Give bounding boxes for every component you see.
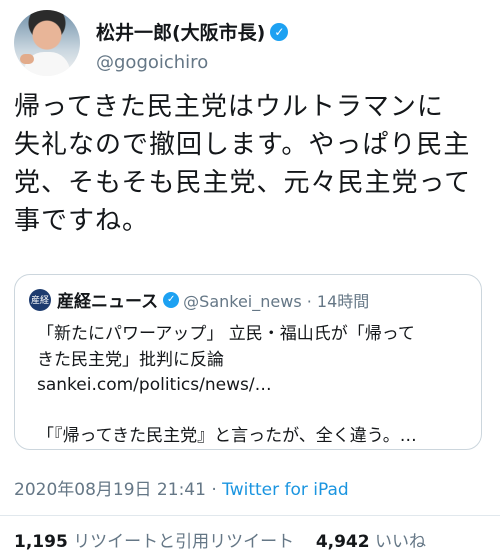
quoted-source-meta: @Sankei_news · 14時間 [183,291,370,311]
quoted-source-name: 産経ニュース [57,292,159,312]
tweet-text-line: 帰ってきた民主党はウルトラマンに [14,92,444,122]
tweet-stats: 1,195 リツイートと引用リツイート 4,942 いいね [14,527,426,552]
tweet-timestamp-row: 2020年08月19日 21:41 · Twitter for iPad [14,475,349,500]
avatar-hand [20,54,34,64]
tweet-timestamp[interactable]: 2020年08月19日 21:41 · [14,480,222,500]
tweet-client-link[interactable]: Twitter for iPad [222,480,349,500]
quoted-title-line: 「新たにパワーアップ」 立民・福山氏が「帰って [37,324,415,344]
likes-count: 4,942 [315,532,370,552]
quoted-tweet-title: 「新たにパワーアップ」 立民・福山氏が「帰って きた民主党」批判に反論 [37,321,467,373]
verified-icon: ✓ [270,22,289,41]
divider [0,515,500,516]
tweet-text: 帰ってきた民主党はウルトラマンに 失礼なので撤回します。やっぱり民主 党、そもそ… [14,88,486,240]
quoted-tweet-link[interactable]: sankei.com/politics/news/… [37,375,272,395]
retweets-count: 1,195 [14,532,68,552]
sankei-logo-icon: 産経 [29,288,51,311]
retweets-label: リツイートと引用リツイート [73,532,295,552]
author-name-row[interactable]: 松井一郎(大阪市長) ✓ [96,18,289,45]
retweets-stat[interactable]: 1,195 リツイートと引用リツイート [14,532,294,552]
tweet-text-line: 事ですね。 [14,206,150,236]
quoted-tweet-excerpt: 「『帰ってきた民主党』と言ったが、全く違う。… [37,426,417,446]
quoted-tweet-card[interactable]: 産経 産経ニュース ✓ @Sankei_news · 14時間 「新たにパワーア… [14,274,482,450]
author-handle[interactable]: @gogoichiro [96,52,208,73]
verified-icon: ✓ [163,291,180,308]
quoted-title-line: きた民主党」批判に反論 [37,350,224,370]
avatar[interactable] [14,10,80,76]
likes-label: いいね [375,532,426,552]
tweet-text-line: 党、そもそも民主党、元々民主党って [14,168,472,198]
tweet-text-line: 失礼なので撤回します。やっぱり民主 [14,130,471,160]
tweet-header: 松井一郎(大阪市長) ✓ @gogoichiro [14,10,486,80]
likes-stat[interactable]: 4,942 いいね [316,532,426,552]
quoted-tweet-header: 産経 産経ニュース ✓ @Sankei_news · 14時間 [29,287,369,312]
author-display-name[interactable]: 松井一郎(大阪市長) [96,18,265,45]
